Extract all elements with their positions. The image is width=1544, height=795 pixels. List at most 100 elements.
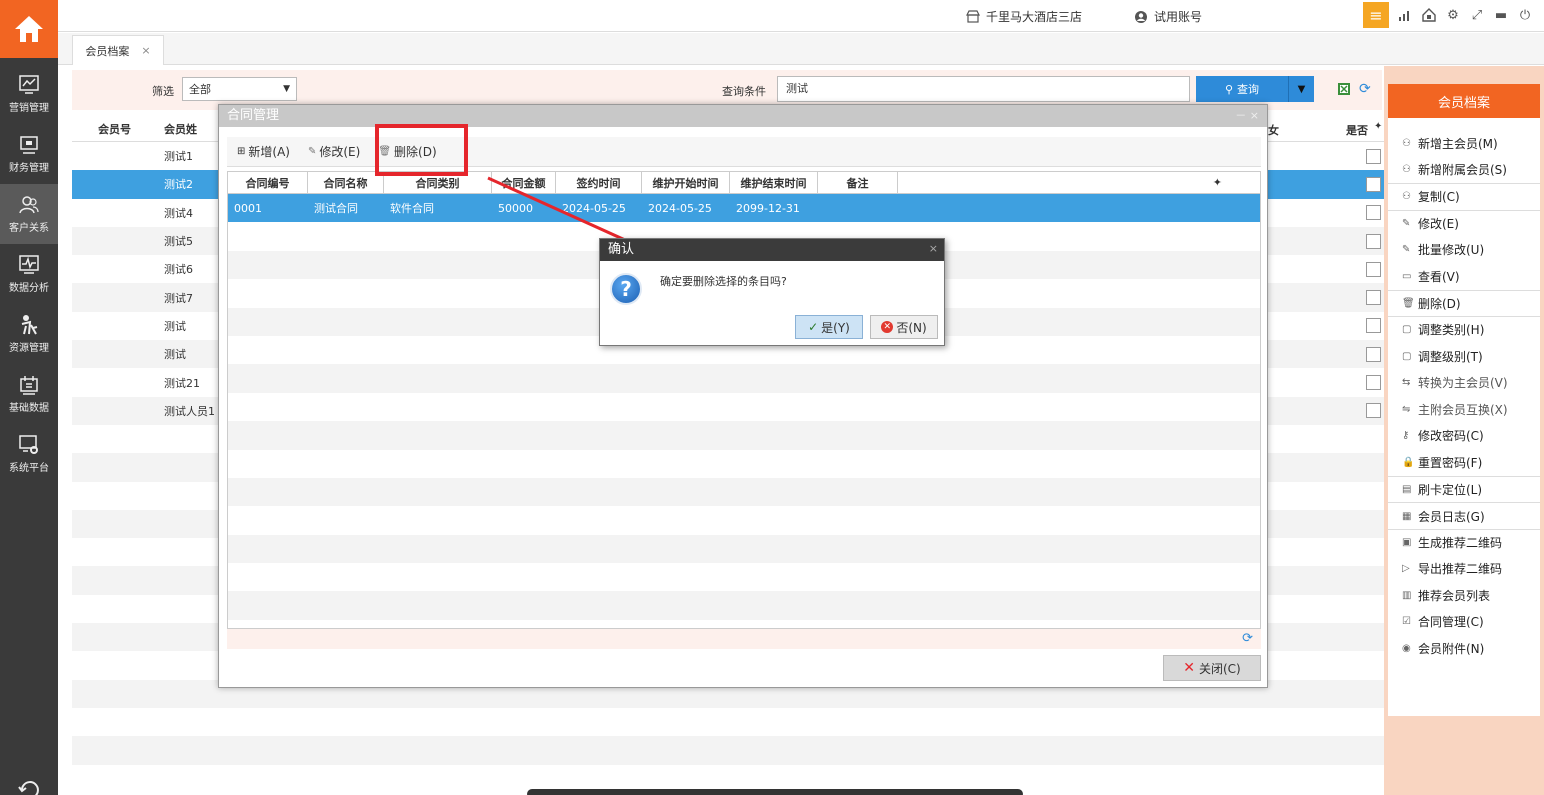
home-lock-icon[interactable] xyxy=(1421,7,1437,23)
query-input[interactable]: 测试 xyxy=(777,76,1190,102)
expand-icon[interactable]: ⤢ xyxy=(1469,7,1485,23)
action-swap-members[interactable]: ⇋ 主附会员互换(X) xyxy=(1388,396,1540,423)
action-card-locate[interactable]: ▤ 刷卡定位(L) xyxy=(1388,475,1540,503)
home-icon xyxy=(15,16,43,42)
cell-sign-date: 2024-05-25 xyxy=(562,201,626,215)
row-checkbox[interactable] xyxy=(1366,318,1381,334)
settings-icon[interactable]: ⚙ xyxy=(1445,7,1461,23)
nav-item-finance[interactable]: 财务管理 xyxy=(0,124,58,184)
action-label: 转换为主会员(V) xyxy=(1418,376,1508,391)
row-checkbox[interactable] xyxy=(1366,403,1381,419)
contract-row-empty xyxy=(228,506,1260,534)
nav-item-crm[interactable]: 客户关系 xyxy=(0,184,58,244)
edit-contract-button[interactable]: ✎ 修改(E) xyxy=(308,143,360,160)
action-view[interactable]: ▭ 查看(V) xyxy=(1388,263,1540,290)
refresh-icon[interactable]: ⟳ xyxy=(1359,81,1371,97)
refresh-icon[interactable]: ⟳ xyxy=(1242,631,1253,646)
action-generate-qr[interactable]: ▣ 生成推荐二维码 xyxy=(1388,528,1540,556)
tab-close-icon[interactable]: × xyxy=(141,44,150,57)
row-checkbox[interactable] xyxy=(1366,375,1381,391)
col-header-yes-no[interactable]: 是否 xyxy=(1346,122,1368,138)
account-selector[interactable]: 试用账号 xyxy=(1134,8,1202,25)
action-label: 重置密码(F) xyxy=(1418,455,1483,470)
action-change-password[interactable]: ⚷ 修改密码(C) xyxy=(1388,423,1540,450)
action-export-qr[interactable]: ▷ 导出推荐二维码 xyxy=(1388,556,1540,583)
edit-icon: ✎ xyxy=(1402,218,1411,230)
row-checkbox[interactable] xyxy=(1366,176,1381,192)
action-label: 刷卡定位(L) xyxy=(1418,483,1483,498)
search-dropdown-button[interactable]: ▼ xyxy=(1288,76,1314,102)
action-add-main-member[interactable]: ⚇ 新增主会员(M) xyxy=(1388,130,1540,157)
hotel-selector[interactable]: 千里马大酒店三店 xyxy=(966,8,1082,25)
menu-icon[interactable]: ≡ xyxy=(1363,2,1389,28)
dialog-window-controls[interactable]: － × xyxy=(1235,107,1259,123)
close-dialog-button[interactable]: ✕ 关闭(C) xyxy=(1163,655,1261,681)
minimize-icon[interactable]: ▬ xyxy=(1493,7,1509,23)
chart-icon xyxy=(19,75,39,94)
power-icon[interactable]: ⏻ xyxy=(1517,7,1533,23)
col-maint-end[interactable]: 维护结束时间 xyxy=(730,172,818,193)
column-chooser-icon[interactable]: ✦ xyxy=(898,172,1228,193)
swap-icon: ⇋ xyxy=(1402,403,1411,415)
col-sign-date[interactable]: 签约时间 xyxy=(556,172,642,193)
col-remark[interactable]: 备注 xyxy=(818,172,898,193)
lock-icon: 🔒 xyxy=(1402,456,1415,468)
col-header-id[interactable]: 会员号 xyxy=(72,121,160,137)
row-checkbox[interactable] xyxy=(1366,148,1381,164)
action-adjust-category[interactable]: ▢ 调整类别(H) xyxy=(1388,316,1540,343)
action-convert-main[interactable]: ⇆ 转换为主会员(V) xyxy=(1388,369,1540,396)
home-button[interactable] xyxy=(0,0,58,58)
row-checkbox[interactable] xyxy=(1366,233,1381,249)
action-label: 合同管理(C) xyxy=(1418,615,1484,630)
nav-item-marketing[interactable]: 营销管理 xyxy=(0,64,58,124)
action-referral-list[interactable]: ▥ 推荐会员列表 xyxy=(1388,582,1540,609)
back-icon[interactable] xyxy=(16,777,42,795)
col-contract-name[interactable]: 合同名称 xyxy=(308,172,384,193)
edit-icon: ✎ xyxy=(1402,244,1411,256)
action-adjust-level[interactable]: ▢ 调整级别(T) xyxy=(1388,343,1540,370)
nav-label: 系统平台 xyxy=(9,463,49,474)
nav-item-system[interactable]: 系统平台 xyxy=(0,424,58,484)
cancel-icon: ✕ xyxy=(881,321,894,333)
action-contract-management[interactable]: ☑ 合同管理(C) xyxy=(1388,609,1540,636)
column-chooser-icon[interactable]: ✦ xyxy=(1374,121,1382,132)
person-icon: ⚇ xyxy=(1402,191,1411,203)
action-edit[interactable]: ✎ 修改(E) xyxy=(1388,209,1540,237)
row-checkbox[interactable] xyxy=(1366,346,1381,362)
contract-row-selected[interactable]: 0001 测试合同 软件合同 50000 2024-05-25 2024-05-… xyxy=(228,194,1260,223)
action-add-sub-member[interactable]: ⚇ 新增附属会员(S) xyxy=(1388,157,1540,184)
folder-icon: ▢ xyxy=(1402,350,1412,362)
row-checkbox[interactable] xyxy=(1366,261,1381,277)
action-panel: 会员档案 ⚇ 新增主会员(M) ⚇ 新增附属会员(S) ⚇ 复制(C) ✎ 修改(E) … xyxy=(1384,66,1544,795)
export-excel-icon[interactable] xyxy=(1337,82,1351,96)
nav-item-basedata[interactable]: 基础数据 xyxy=(0,364,58,424)
gear-monitor-icon xyxy=(19,435,38,454)
monitor-icon xyxy=(20,136,38,154)
row-checkbox[interactable] xyxy=(1366,290,1381,306)
action-member-log[interactable]: ▦ 会员日志(G) xyxy=(1388,502,1540,529)
yes-label: 是(Y) xyxy=(821,320,850,335)
cell-remark xyxy=(818,194,898,222)
action-delete[interactable]: 🗑 删除(D) xyxy=(1388,289,1540,317)
nav-item-analysis[interactable]: 数据分析 xyxy=(0,244,58,304)
filter-select[interactable]: 全部 ▼ xyxy=(182,77,297,101)
action-reset-password[interactable]: 🔒 重置密码(F) xyxy=(1388,449,1540,476)
confirm-dialog: 确认 × ? 确定要删除选择的条目吗? ✓ 是(Y) ✕ 否(N) xyxy=(599,238,945,346)
action-batch-edit[interactable]: ✎ 批量修改(U) xyxy=(1388,236,1540,263)
row-checkbox[interactable] xyxy=(1366,205,1381,221)
col-maint-start[interactable]: 维护开始时间 xyxy=(642,172,730,193)
signal-icon[interactable] xyxy=(1397,7,1413,23)
action-copy[interactable]: ⚇ 复制(C) xyxy=(1388,183,1540,210)
nav-item-resources[interactable]: 资源管理 xyxy=(0,304,58,364)
close-icon[interactable]: × xyxy=(929,242,938,255)
col-header-truncated[interactable]: 女 xyxy=(1268,122,1279,138)
yes-button[interactable]: ✓ 是(Y) xyxy=(795,315,863,339)
add-contract-button[interactable]: ⊞ 新增(A) xyxy=(237,143,290,160)
action-member-attachments[interactable]: ◉ 会员附件(N) xyxy=(1388,635,1540,662)
search-button[interactable]: ⚲ 查询 xyxy=(1196,76,1288,102)
tab-member-archive[interactable]: 会员档案 × xyxy=(72,35,164,65)
col-contract-no[interactable]: 合同编号 xyxy=(228,172,308,193)
no-button[interactable]: ✕ 否(N) xyxy=(870,315,938,339)
col-contract-amount[interactable]: 合同金额 xyxy=(492,172,556,193)
trash-icon: 🗑 xyxy=(1402,297,1415,309)
